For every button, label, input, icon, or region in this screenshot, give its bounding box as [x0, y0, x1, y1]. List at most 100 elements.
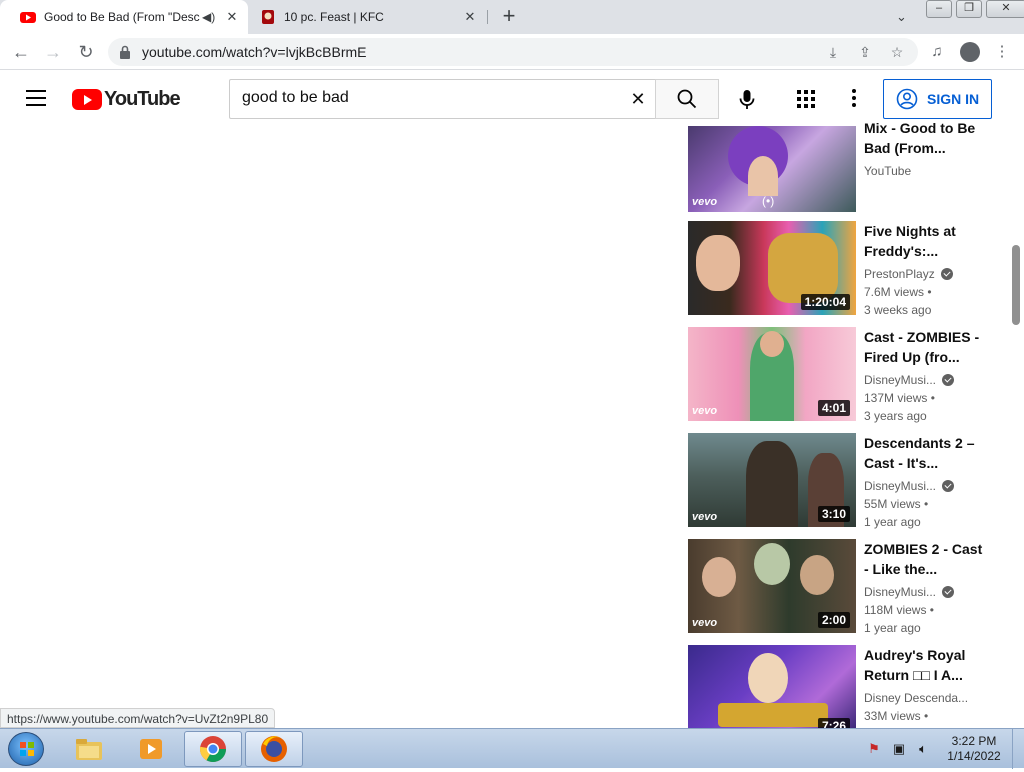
recommendation-item[interactable]: vevo (•) Mix - Good to Be Bad (From... Y…: [688, 118, 988, 212]
channel-label: Disney Descenda...: [864, 691, 969, 705]
channel-name[interactable]: YouTube: [864, 162, 988, 180]
firefox-icon: [261, 736, 287, 762]
media-player-icon: [140, 739, 162, 759]
views-label: 137M views: [864, 391, 928, 405]
close-tab-icon[interactable]: ✕: [462, 9, 478, 25]
start-button[interactable]: [8, 732, 44, 766]
lock-icon: [120, 45, 130, 59]
chrome-icon: [199, 736, 227, 763]
reload-icon[interactable]: ↻: [75, 41, 97, 63]
channel-label: DisneyMusi...: [864, 479, 937, 493]
microphone-icon[interactable]: [736, 88, 758, 110]
channel-label: PrestonPlayz: [864, 267, 935, 281]
new-tab-button[interactable]: +: [498, 5, 520, 28]
recommendation-item[interactable]: vevo 3:10 Descendants 2 – Cast - It's...…: [688, 433, 988, 529]
back-arrow-icon[interactable]: ←: [10, 41, 32, 63]
media-control-icon[interactable]: ♫: [927, 42, 947, 62]
video-title[interactable]: ZOMBIES 2 - Cast - Like the...: [864, 539, 988, 579]
close-window-button[interactable]: ✕: [986, 0, 1024, 18]
video-duration: 1:20:04: [800, 294, 850, 310]
thumbnail-art: [702, 557, 736, 597]
verified-check-icon: [942, 480, 955, 492]
view-count: 118M views •: [864, 603, 935, 617]
sign-in-label: SIGN IN: [927, 91, 980, 107]
taskbar-explorer[interactable]: [60, 731, 118, 767]
thumbnail-art: [754, 543, 790, 585]
recommendation-item[interactable]: 1:20:04 Five Nights at Freddy's:... Pres…: [688, 221, 988, 317]
taskbar-firefox[interactable]: [245, 731, 303, 767]
channel-name[interactable]: DisneyMusi...: [864, 583, 988, 601]
search-input[interactable]: [242, 89, 622, 107]
clear-search-icon[interactable]: ✕: [627, 88, 649, 110]
recommendation-item[interactable]: vevo 2:00 ZOMBIES 2 - Cast - Like the...…: [688, 539, 988, 635]
video-title[interactable]: Descendants 2 – Cast - It's...: [864, 433, 988, 473]
tab-kfc[interactable]: 10 pc. Feast | KFC ✕: [250, 0, 486, 34]
taskbar-media-player[interactable]: [122, 731, 180, 767]
video-title[interactable]: Cast - ZOMBIES - Fired Up (fro...: [864, 327, 988, 367]
search-box: ✕: [229, 79, 656, 119]
bookmark-star-icon[interactable]: ☆: [888, 43, 906, 61]
channel-name[interactable]: Disney Descenda...: [864, 689, 988, 707]
menu-icon[interactable]: [26, 90, 46, 106]
forward-arrow-icon[interactable]: →: [42, 41, 64, 63]
close-tab-icon[interactable]: ✕: [224, 9, 240, 25]
settings-more-icon[interactable]: [852, 89, 858, 109]
upload-age: 1 year ago: [864, 621, 921, 635]
clock-date: 1/14/2022: [947, 749, 1001, 763]
thumbnail-art: [760, 331, 784, 357]
account-circle-icon: [896, 88, 918, 110]
video-thumbnail[interactable]: vevo 4:01: [688, 327, 856, 421]
search-button[interactable]: [655, 79, 719, 119]
system-clock[interactable]: 3:22 PM 1/14/2022: [944, 734, 1004, 764]
verified-check-icon: [942, 374, 955, 386]
youtube-logo[interactable]: YouTube: [72, 88, 181, 111]
tab-title: 10 pc. Feast | KFC: [284, 10, 384, 24]
video-title[interactable]: Five Nights at Freddy's:...: [864, 221, 988, 261]
tab-search-chevron-icon[interactable]: ⌄: [896, 9, 907, 25]
volume-icon[interactable]: 🔈︎: [915, 741, 931, 757]
channel-name[interactable]: PrestonPlayz: [864, 265, 988, 283]
video-thumbnail[interactable]: vevo 2:00: [688, 539, 856, 633]
tab-title: Good to Be Bad (From "Desc: [44, 10, 200, 24]
sign-in-button[interactable]: SIGN IN: [883, 79, 992, 119]
thumbnail-art: [748, 156, 778, 196]
tab-youtube[interactable]: Good to Be Bad (From "Desc ◀︎) ✕: [0, 0, 248, 34]
video-thumbnail[interactable]: vevo (•): [688, 126, 856, 212]
video-title[interactable]: Audrey's Royal Return □□ I A...: [864, 645, 988, 685]
views-label: 55M views: [864, 497, 921, 511]
folder-icon: [76, 739, 102, 760]
minimize-button[interactable]: ‒: [926, 0, 952, 18]
tab-divider: [487, 10, 488, 24]
video-thumbnail[interactable]: vevo 3:10: [688, 433, 856, 527]
browser-menu-icon[interactable]: ⋮: [992, 42, 1012, 62]
apps-grid-icon[interactable]: [797, 90, 815, 108]
channel-label: DisneyMusi...: [864, 585, 937, 599]
thumbnail-art: [748, 653, 788, 703]
address-bar[interactable]: youtube.com/watch?v=lvjkBcBBrmE ⤓ ⇪ ☆: [108, 38, 918, 66]
channel-name[interactable]: DisneyMusi...: [864, 371, 988, 389]
show-desktop-button[interactable]: [1012, 729, 1024, 769]
thumbnail-art: [746, 441, 798, 527]
recommendation-item[interactable]: 7:26 Audrey's Royal Return □□ I A... Dis…: [688, 645, 988, 728]
views-label: 7.6M views: [864, 285, 925, 299]
url-text: youtube.com/watch?v=lvjkBcBBrmE: [142, 44, 367, 60]
network-icon[interactable]: ▣: [891, 741, 907, 757]
page-scrollbar-thumb[interactable]: [1012, 245, 1020, 325]
speaker-icon[interactable]: ◀︎): [202, 10, 216, 24]
view-count: 137M views •: [864, 391, 935, 405]
channel-name[interactable]: DisneyMusi...: [864, 477, 988, 495]
install-app-icon[interactable]: ⤓: [824, 43, 842, 61]
taskbar-chrome[interactable]: [184, 731, 242, 767]
video-thumbnail[interactable]: 7:26: [688, 645, 856, 728]
video-thumbnail[interactable]: 1:20:04: [688, 221, 856, 315]
kfc-icon: [262, 10, 274, 24]
view-count: 33M views •: [864, 709, 929, 723]
profile-avatar-icon[interactable]: [960, 42, 980, 62]
video-title[interactable]: Mix - Good to Be Bad (From...: [864, 118, 988, 158]
recommendation-item[interactable]: vevo 4:01 Cast - ZOMBIES - Fired Up (fro…: [688, 327, 988, 423]
action-center-flag-icon[interactable]: ⚑: [866, 741, 882, 757]
verified-check-icon: [940, 268, 953, 280]
restore-button[interactable]: ❐: [956, 0, 982, 18]
share-icon[interactable]: ⇪: [856, 43, 874, 61]
channel-label: YouTube: [864, 164, 912, 178]
